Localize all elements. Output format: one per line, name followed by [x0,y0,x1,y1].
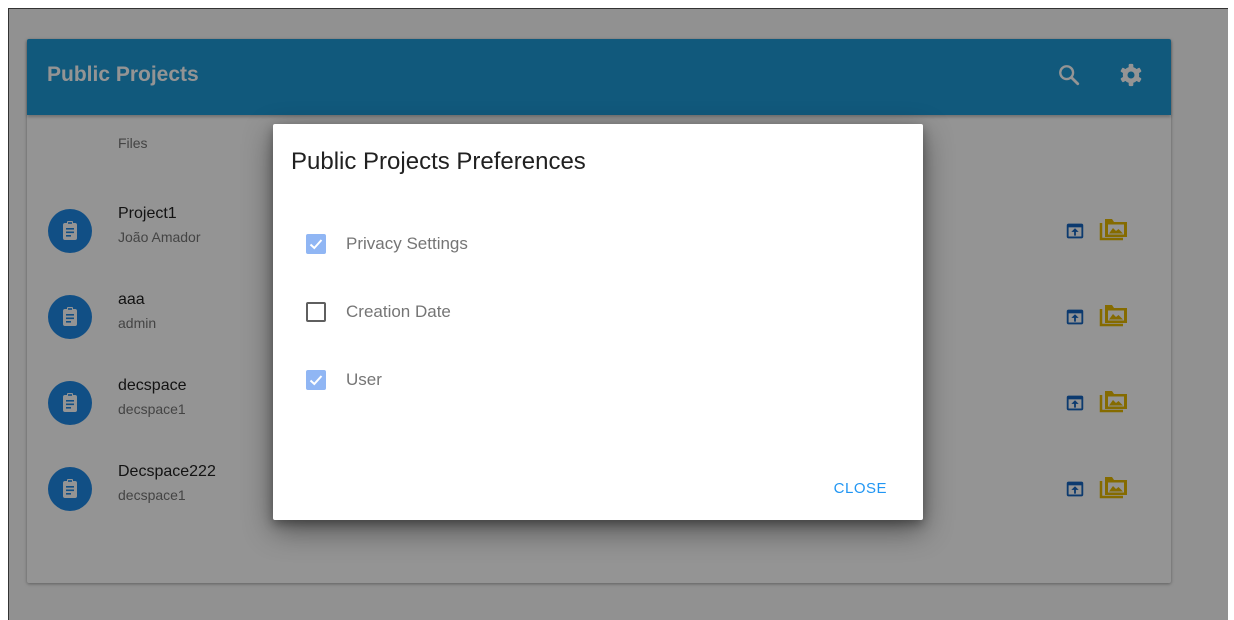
checkbox-unchecked[interactable] [306,302,326,322]
check-icon [309,375,323,386]
checkbox-checked[interactable] [306,370,326,390]
option-label: Creation Date [346,302,451,321]
option-label: Privacy Settings [346,234,468,253]
checkbox-checked[interactable] [306,234,326,254]
close-button[interactable]: CLOSE [834,480,887,497]
preferences-dialog: Public Projects Preferences Privacy Sett… [273,124,923,520]
dialog-title: Public Projects Preferences [291,148,586,175]
option-label: User [346,370,382,389]
check-icon [309,239,323,250]
